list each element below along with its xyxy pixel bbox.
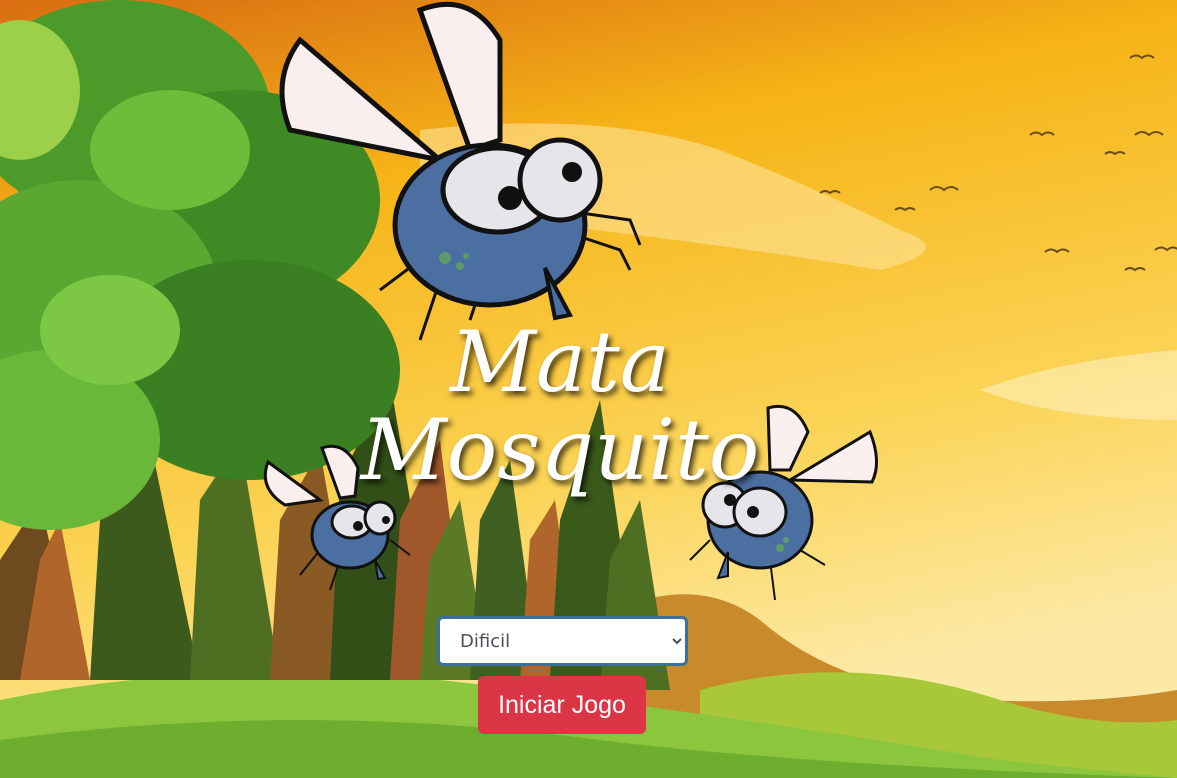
start-game-button[interactable]: Iniciar Jogo	[478, 676, 646, 734]
title-line-2: Mosquito	[360, 401, 760, 499]
game-title: Mata Mosquito	[330, 318, 790, 494]
difficulty-select[interactable]: Dificil	[437, 616, 688, 666]
title-line-1: Mata	[450, 313, 670, 411]
